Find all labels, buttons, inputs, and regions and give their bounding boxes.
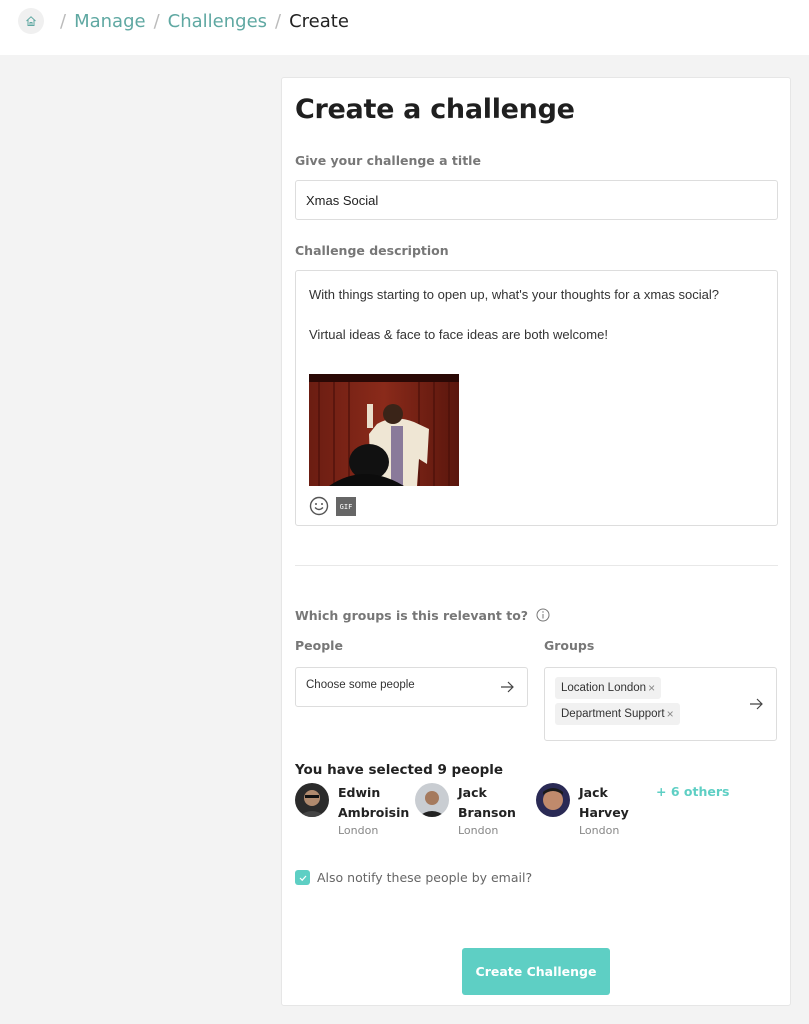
groups-picker[interactable]: Location London × Department Support ×: [544, 667, 777, 741]
person-location: London: [579, 824, 620, 837]
description-editor[interactable]: With things starting to open up, what's …: [295, 270, 778, 526]
person-name: Jack Harvey: [579, 785, 629, 820]
smiley-icon[interactable]: [309, 496, 329, 520]
avatar: [415, 783, 449, 817]
people-picker-placeholder: Choose some people: [306, 679, 415, 691]
breadcrumb: / Manage / Challenges / Create: [18, 8, 349, 34]
selected-people-summary: You have selected 9 people: [295, 762, 504, 778]
avatar: [295, 783, 329, 817]
relevance-label-text: Which groups is this relevant to?: [295, 608, 529, 623]
create-challenge-card: Create a challenge Give your challenge a…: [281, 77, 791, 1006]
group-chip-label: Department Support: [561, 708, 665, 720]
avatar: [536, 783, 570, 817]
people-label: People: [295, 638, 343, 653]
others-link[interactable]: + 6 others: [656, 784, 729, 799]
description-line: Virtual ideas & face to face ideas are b…: [309, 327, 608, 342]
embedded-gif-image: [309, 374, 459, 486]
groups-label: Groups: [544, 638, 595, 653]
person-name: Edwin Ambroisin: [338, 785, 410, 820]
person-name: Jack Branson: [458, 785, 516, 820]
arrow-right-icon[interactable]: [499, 679, 515, 699]
home-icon: [26, 16, 36, 26]
title-label: Give your challenge a title: [295, 153, 481, 168]
create-challenge-button[interactable]: Create Challenge: [462, 948, 610, 995]
people-picker[interactable]: Choose some people: [295, 667, 528, 707]
remove-chip-icon[interactable]: ×: [667, 707, 674, 721]
relevance-label: Which groups is this relevant to?: [295, 608, 550, 625]
breadcrumb-current: Create: [289, 10, 349, 32]
group-chip: Location London ×: [555, 677, 662, 699]
person-location: London: [458, 824, 499, 837]
remove-chip-icon[interactable]: ×: [648, 681, 655, 695]
notify-email-label[interactable]: Also notify these people by email?: [317, 870, 532, 885]
arrow-right-icon[interactable]: [748, 696, 764, 716]
home-button[interactable]: [18, 8, 44, 34]
description-line: With things starting to open up, what's …: [309, 287, 720, 302]
group-chip: Department Support ×: [555, 703, 680, 725]
breadcrumb-challenges[interactable]: Challenges: [168, 11, 267, 32]
info-icon[interactable]: [536, 608, 550, 625]
breadcrumb-separator: /: [275, 10, 282, 32]
top-bar: / Manage / Challenges / Create: [0, 0, 809, 55]
gif-button[interactable]: GIF: [336, 497, 356, 516]
check-icon: [299, 875, 306, 881]
page-title: Create a challenge: [295, 94, 575, 125]
breadcrumb-manage[interactable]: Manage: [74, 11, 146, 32]
breadcrumb-separator: /: [60, 10, 67, 32]
divider: [295, 565, 778, 566]
description-label: Challenge description: [295, 243, 449, 258]
group-chip-label: Location London: [561, 682, 647, 694]
notify-email-checkbox[interactable]: [295, 870, 310, 885]
title-input[interactable]: [295, 180, 778, 220]
person-location: London: [338, 824, 379, 837]
breadcrumb-separator: /: [153, 10, 160, 32]
